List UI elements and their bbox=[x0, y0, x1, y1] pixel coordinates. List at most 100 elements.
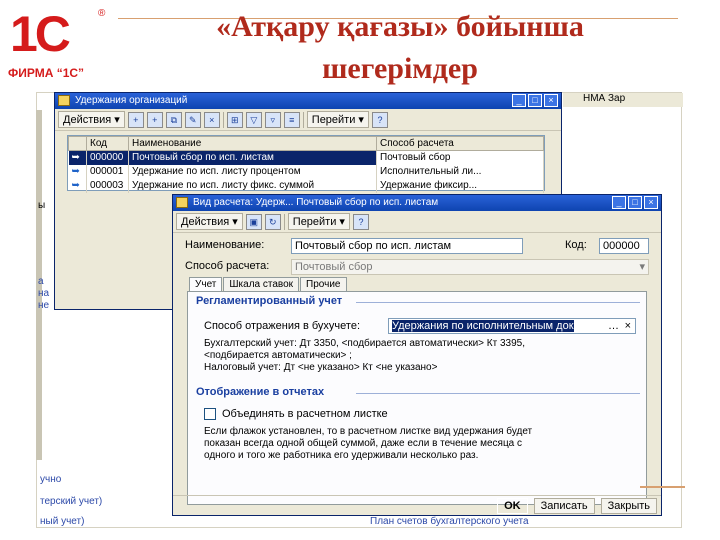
goto-menu-button[interactable]: Перейти ▾ bbox=[287, 213, 350, 230]
background-text-fragment: не bbox=[38, 300, 50, 311]
accounting-tab-panel: Регламентированный учет Способ отражения… bbox=[187, 291, 647, 505]
column-header-name[interactable]: Наименование bbox=[128, 136, 377, 151]
row-item-icon: ➥ bbox=[68, 178, 87, 193]
list-window-titlebar[interactable]: Удержания организаций _ □ × bbox=[55, 93, 561, 109]
hint-text-line: показан всегда одной общей суммой, даже … bbox=[204, 438, 523, 449]
section-divider bbox=[356, 393, 640, 394]
column-header-method[interactable]: Способ расчета bbox=[376, 136, 544, 151]
regulated-accounting-heading: Регламентированный учет bbox=[196, 295, 343, 307]
slide-title-line-1: «Атқару қағазы» бойынша bbox=[216, 10, 584, 43]
window-icon bbox=[176, 197, 188, 208]
background-link[interactable]: ный учет) bbox=[40, 516, 84, 527]
select-ellipsis-button[interactable]: … bbox=[608, 319, 619, 333]
table-row[interactable]: ➥ 000000 Почтовый сбор по исп. листам По… bbox=[68, 150, 544, 165]
calc-method-field: Почтовый сбор ▾ bbox=[291, 259, 649, 275]
reflect-method-value: Удержания по исполнительным док bbox=[392, 320, 574, 332]
goto-label: Перейти bbox=[311, 114, 356, 126]
column-header-code[interactable]: Код bbox=[86, 136, 129, 151]
hierarchy-icon[interactable]: ⊞ bbox=[226, 111, 243, 128]
help-button[interactable]: ? bbox=[371, 111, 388, 128]
goto-menu-button[interactable]: Перейти ▾ bbox=[306, 111, 369, 128]
actions-label: Действия bbox=[63, 114, 112, 126]
calc-method-label: Способ расчета: bbox=[185, 260, 270, 272]
hint-text-line: одного и того же работника его удерживал… bbox=[204, 450, 479, 461]
tab-rate-scale[interactable]: Шкала ставок bbox=[223, 277, 300, 291]
actions-menu-button[interactable]: Действия ▾ bbox=[58, 111, 125, 128]
actions-menu-button[interactable]: Действия ▾ bbox=[176, 213, 243, 230]
add-group-icon[interactable]: + bbox=[146, 111, 163, 128]
form-window-titlebar[interactable]: Вид расчета: Удерж... Почтовый сбор по и… bbox=[173, 195, 661, 211]
firm-1c-logo: 1С ® ФИРМА “1С” bbox=[6, 4, 118, 90]
merge-in-payslip-checkbox[interactable] bbox=[204, 408, 216, 420]
copy-icon[interactable]: ⧉ bbox=[165, 111, 182, 128]
form-toolbar: Действия ▾ ▣ ↻ Перейти ▾ ? bbox=[173, 211, 661, 233]
minimize-button[interactable]: _ bbox=[512, 94, 526, 107]
toolbar-separator bbox=[302, 111, 304, 128]
save-icon[interactable]: ▣ bbox=[245, 213, 262, 230]
cell-method: Удержание фиксир... bbox=[376, 178, 544, 193]
section-divider bbox=[356, 302, 640, 303]
code-field[interactable]: 000000 bbox=[599, 238, 649, 254]
form-button-bar: OK Записать Закрыть bbox=[173, 495, 661, 515]
cell-name: Почтовый сбор по исп. листам bbox=[128, 150, 377, 165]
actions-label: Действия bbox=[181, 216, 230, 228]
report-display-heading: Отображение в отчетах bbox=[196, 386, 325, 398]
list-toolbar: Действия ▾ + + ⧉ ✎ × ⊞ ▽ ▿ ≡ Перейти ▾ ? bbox=[55, 109, 561, 131]
clear-icon[interactable]: × bbox=[625, 319, 631, 333]
cell-name: Удержание по исп. листу фикс. суммой bbox=[128, 178, 377, 193]
edit-icon[interactable]: ✎ bbox=[184, 111, 201, 128]
reread-icon[interactable]: ↻ bbox=[264, 213, 281, 230]
logo-mark: 1С bbox=[10, 6, 71, 62]
list-window-title: Удержания организаций bbox=[75, 95, 188, 106]
registered-mark: ® bbox=[98, 8, 106, 19]
code-label: Код: bbox=[565, 239, 587, 251]
table-row[interactable]: ➥ 000003 Удержание по исп. листу фикс. с… bbox=[68, 178, 544, 193]
close-button[interactable]: × bbox=[644, 196, 658, 209]
toolbar-separator bbox=[222, 111, 224, 128]
row-item-icon: ➥ bbox=[68, 150, 87, 165]
accounting-entry-line: <подбирается автоматически> ; bbox=[204, 350, 352, 361]
column-header-icon bbox=[68, 136, 87, 151]
cell-code: 000001 bbox=[86, 164, 129, 179]
list-view-icon[interactable]: ≡ bbox=[283, 111, 300, 128]
deductions-table: Код Наименование Способ расчета ➥ 000000… bbox=[67, 135, 545, 193]
close-form-button[interactable]: Закрыть bbox=[600, 497, 657, 514]
chevron-down-icon: ▾ bbox=[639, 261, 645, 273]
background-link[interactable]: учно bbox=[40, 474, 61, 485]
hint-text-line: Если флажок установлен, то в расчетном л… bbox=[204, 426, 533, 437]
background-text-fragment: а bbox=[38, 276, 44, 287]
tax-accounting-line: Налоговый учет: Дт <не указано> Кт <не у… bbox=[204, 362, 438, 373]
cell-code: 000000 bbox=[86, 150, 129, 165]
cell-method: Исполнительный ли... bbox=[376, 164, 544, 179]
add-icon[interactable]: + bbox=[127, 111, 144, 128]
chart-of-accounts-link[interactable]: План счетов бухгалтерского учета bbox=[370, 516, 529, 527]
toolbar-separator bbox=[283, 213, 285, 230]
logo-firm-name: ФИРМА “1С” bbox=[8, 66, 85, 80]
row-item-icon: ➥ bbox=[68, 164, 87, 179]
name-label: Наименование: bbox=[185, 239, 265, 251]
tab-other[interactable]: Прочие bbox=[300, 277, 347, 291]
name-field[interactable]: Почтовый сбор по исп. листам bbox=[291, 238, 523, 254]
delete-icon[interactable]: × bbox=[203, 111, 220, 128]
reflect-method-field[interactable]: Удержания по исполнительным док … × bbox=[388, 318, 636, 334]
background-link[interactable]: терский учет) bbox=[40, 496, 102, 507]
filter-off-icon[interactable]: ▿ bbox=[264, 111, 281, 128]
close-button[interactable]: × bbox=[544, 94, 558, 107]
merge-in-payslip-label: Объединять в расчетном листке bbox=[222, 408, 388, 420]
calculation-type-form-window: Вид расчета: Удерж... Почтовый сбор по и… bbox=[172, 194, 662, 516]
filter-icon[interactable]: ▽ bbox=[245, 111, 262, 128]
slide-title: «Атқару қағазы» бойынша шегерімдер bbox=[130, 6, 670, 90]
maximize-button[interactable]: □ bbox=[628, 196, 642, 209]
save-button[interactable]: Записать bbox=[533, 497, 595, 514]
accounting-entry-line: Бухгалтерский учет: Дт 3350, <подбираетс… bbox=[204, 338, 525, 349]
maximize-button[interactable]: □ bbox=[528, 94, 542, 107]
ok-button[interactable]: OK bbox=[497, 497, 528, 514]
table-row[interactable]: ➥ 000001 Удержание по исп. листу процент… bbox=[68, 164, 544, 179]
cell-name: Удержание по исп. листу процентом bbox=[128, 164, 377, 179]
reflect-method-label: Способ отражения в бухучете: bbox=[204, 320, 361, 332]
table-header-row: Код Наименование Способ расчета bbox=[68, 136, 544, 151]
background-text-fragment: на bbox=[38, 288, 50, 299]
help-button[interactable]: ? bbox=[352, 213, 369, 230]
background-toolbar-fragment: НМА Зар bbox=[563, 93, 683, 107]
minimize-button[interactable]: _ bbox=[612, 196, 626, 209]
